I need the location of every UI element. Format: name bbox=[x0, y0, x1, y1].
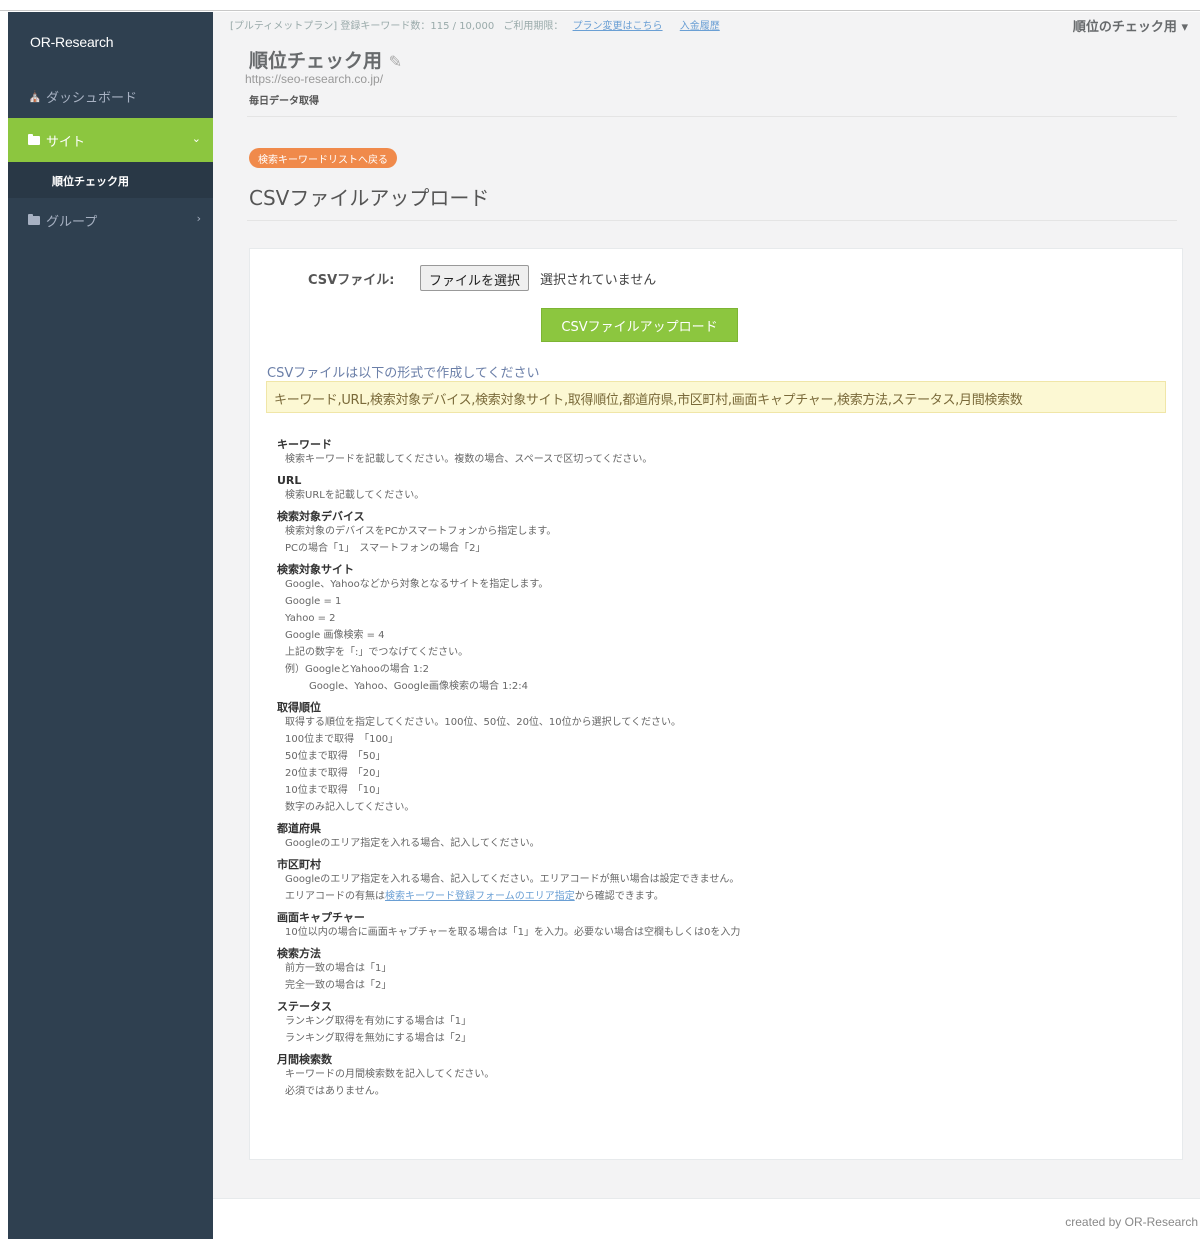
desc-line: 50位まで取得 「50」 bbox=[285, 751, 386, 762]
sidebar-item-dashboard[interactable]: ⛪ ダッシュボード bbox=[8, 74, 213, 118]
user-name: 順位のチェック用 bbox=[1072, 20, 1177, 35]
left-margin bbox=[0, 11, 8, 1239]
desc-line: 必須ではありません。 bbox=[285, 1086, 385, 1097]
desc-line: Google = 1 bbox=[285, 596, 342, 607]
desc-title: 検索対象サイト bbox=[277, 563, 354, 576]
caret-down-icon: ▾ bbox=[1181, 20, 1188, 35]
file-select-button[interactable]: ファイルを選択 bbox=[420, 265, 530, 291]
desc-line: 100位まで取得 「100」 bbox=[285, 734, 399, 745]
sidebar-subitem-rank-check[interactable]: 順位チェック用 bbox=[8, 162, 213, 198]
area-spec-link[interactable]: 検索キーワード登録フォームのエリア指定 bbox=[385, 891, 575, 902]
back-to-keyword-list-button[interactable]: 検索キーワードリストへ戻る bbox=[249, 148, 397, 168]
sidebar: OR-Research ⛪ ダッシュボード サイト ⌄ 順位チェック用 グループ… bbox=[8, 12, 213, 1239]
format-columns: キーワード,URL,検索対象デバイス,検索対象サイト,取得順位,都道府県,市区町… bbox=[266, 381, 1166, 413]
main-content: [プルティメットプラン] 登録キーワード数：115 / 10,000 ご利用期限… bbox=[213, 12, 1200, 1239]
desc-line: PCの場合「1」 スマートフォンの場合「2」 bbox=[285, 543, 486, 554]
desc-text: エリアコードの有無は bbox=[285, 891, 385, 902]
plan-info: [プルティメットプラン] 登録キーワード数：115 / 10,000 bbox=[230, 21, 495, 32]
file-field-label: CSVファイル: bbox=[308, 273, 395, 288]
site-url: https://seo-research.co.jp/ bbox=[245, 72, 384, 86]
chevron-right-icon: › bbox=[196, 212, 201, 225]
csv-upload-button[interactable]: CSVファイルアップロード bbox=[541, 308, 738, 342]
site-title-text: 順位チェック用 bbox=[249, 50, 383, 72]
desc-title: ステータス bbox=[277, 1000, 332, 1013]
desc-line: Google、Yahooなどから対象となるサイトを指定します。 bbox=[285, 579, 549, 590]
footer-credit: created by OR-Research bbox=[1065, 1215, 1198, 1229]
desc-line: Google 画像検索 = 4 bbox=[285, 630, 385, 641]
desc-title: 検索対象デバイス bbox=[277, 510, 365, 523]
desc-line: 検索キーワードを記載してください。複数の場合、スペースで区切ってください。 bbox=[285, 454, 653, 465]
desc-line: Googleのエリア指定を入れる場合、記入してください。エリアコードが無い場合は… bbox=[285, 874, 740, 885]
format-lead: CSVファイルは以下の形式で作成してください bbox=[267, 366, 540, 381]
desc-title: 取得順位 bbox=[277, 701, 321, 714]
file-status: 選択されていません bbox=[540, 273, 657, 288]
desc-title: 月間検索数 bbox=[277, 1053, 332, 1066]
sidebar-item-site[interactable]: サイト ⌄ bbox=[8, 118, 213, 162]
home-icon: ⛪ bbox=[28, 89, 42, 103]
desc-line: 前方一致の場合は「1」 bbox=[285, 963, 392, 974]
desc-title: 検索方法 bbox=[277, 947, 321, 960]
divider bbox=[247, 116, 1177, 117]
desc-line: ランキング取得を無効にする場合は「2」 bbox=[285, 1033, 472, 1044]
desc-title: 画面キャプチャー bbox=[277, 911, 365, 924]
sidebar-item-label: グループ bbox=[46, 214, 98, 230]
desc-line: Yahoo = 2 bbox=[285, 613, 336, 624]
desc-line: 数字のみ記入してください。 bbox=[285, 802, 415, 813]
chevron-down-icon: ⌄ bbox=[191, 132, 201, 145]
desc-line: 20位まで取得 「20」 bbox=[285, 768, 386, 779]
desc-line: Googleのエリア指定を入れる場合、記入してください。 bbox=[285, 838, 540, 849]
divider bbox=[247, 220, 1177, 221]
site-title: 順位チェック用 ✎ bbox=[249, 46, 402, 73]
desc-title: キーワード bbox=[277, 438, 332, 451]
page-title: CSVファイルアップロード bbox=[249, 186, 490, 210]
top-border bbox=[0, 0, 1200, 11]
desc-text: から確認できます。 bbox=[574, 891, 664, 902]
desc-line: 検索対象のデバイスをPCかスマートフォンから指定します。 bbox=[285, 526, 557, 537]
sidebar-item-label: ダッシュボード bbox=[46, 90, 138, 106]
desc-line: ランキング取得を有効にする場合は「1」 bbox=[285, 1016, 472, 1027]
site-subtitle: 毎日データ取得 bbox=[249, 96, 319, 107]
desc-line: 例）GoogleとYahooの場合 1:2 bbox=[285, 664, 429, 675]
desc-title: 都道府県 bbox=[277, 822, 321, 835]
desc-line: 10位以内の場合に画面キャプチャーを取る場合は「1」を入力。必要ない場合は空欄も… bbox=[285, 927, 741, 938]
payment-history-link[interactable]: 入金履歴 bbox=[680, 21, 720, 32]
desc-line: 取得する順位を指定してください。100位、50位、20位、10位から選択してくだ… bbox=[285, 717, 682, 728]
folder-icon bbox=[28, 133, 40, 145]
desc-line: キーワードの月間検索数を記入してください。 bbox=[285, 1069, 495, 1080]
desc-title: URL bbox=[277, 474, 302, 487]
folder-icon bbox=[28, 213, 40, 225]
sidebar-item-group[interactable]: グループ › bbox=[8, 198, 213, 242]
edit-icon[interactable]: ✎ bbox=[389, 52, 402, 71]
user-menu[interactable]: 順位のチェック用 ▾ bbox=[1073, 16, 1188, 35]
footer: created by OR-Research bbox=[213, 1198, 1200, 1239]
desc-line: Google、Yahoo、Google画像検索の場合 1:2:4 bbox=[309, 681, 528, 692]
desc-line: 完全一致の場合は「2」 bbox=[285, 980, 392, 991]
plan-change-link[interactable]: プラン変更はこちら bbox=[573, 21, 663, 32]
desc-line: 10位まで取得 「10」 bbox=[285, 785, 386, 796]
desc-line: エリアコードの有無は検索キーワード登録フォームのエリア指定から確認できます。 bbox=[285, 888, 1157, 905]
top-bar: [プルティメットプラン] 登録キーワード数：115 / 10,000 ご利用期限… bbox=[213, 12, 1200, 40]
upload-panel: CSVファイル: ファイルを選択 選択されていません CSVファイルアップロード… bbox=[249, 248, 1183, 1160]
desc-title: 市区町村 bbox=[277, 858, 321, 871]
sidebar-item-label: サイト bbox=[46, 134, 86, 150]
contract-label: ご利用期限： bbox=[503, 21, 564, 32]
field-descriptions: キーワード 検索キーワードを記載してください。複数の場合、スペースで区切ってくだ… bbox=[277, 432, 1157, 1100]
desc-line: 検索URLを記載してください。 bbox=[285, 490, 425, 501]
brand-logo[interactable]: OR-Research bbox=[8, 12, 213, 74]
desc-line: 上記の数字を「:」でつなげてください。 bbox=[285, 647, 469, 658]
